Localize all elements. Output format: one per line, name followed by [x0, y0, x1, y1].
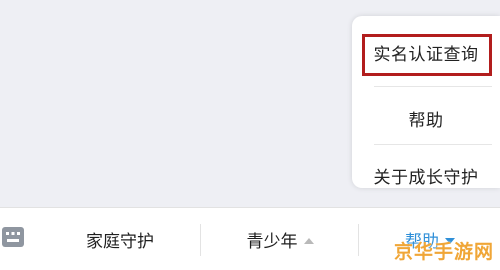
menu-item-family-guard[interactable]: 家庭守护 [40, 208, 200, 270]
popup-item-label: 实名认证查询 [373, 44, 479, 65]
menu-divider [358, 224, 359, 256]
menu-item-label: 家庭守护 [86, 232, 154, 252]
popup-item-about[interactable]: 关于成长守护 [352, 150, 500, 200]
keyboard-icon[interactable] [0, 224, 26, 250]
popup-menu: 实名认证查询 帮助 关于成长守护 [352, 16, 500, 188]
menu-item-teenager[interactable]: 青少年 [200, 208, 360, 270]
popup-item-help[interactable]: 帮助 [352, 92, 500, 144]
popup-item-label: 关于成长守护 [373, 167, 479, 188]
popup-divider [374, 86, 492, 87]
menu-item-label: 青少年 [246, 232, 298, 252]
popup-item-realname-query[interactable]: 实名认证查询 [352, 26, 500, 78]
screen: 实名认证查询 帮助 关于成长守护 家庭守护 青少年 帮助 京华手游网 [0, 0, 500, 270]
popup-item-label: 帮助 [408, 110, 444, 131]
popup-divider [374, 144, 492, 145]
triangle-up-icon [303, 237, 314, 244]
watermark-text: 京华手游网 [393, 241, 494, 263]
